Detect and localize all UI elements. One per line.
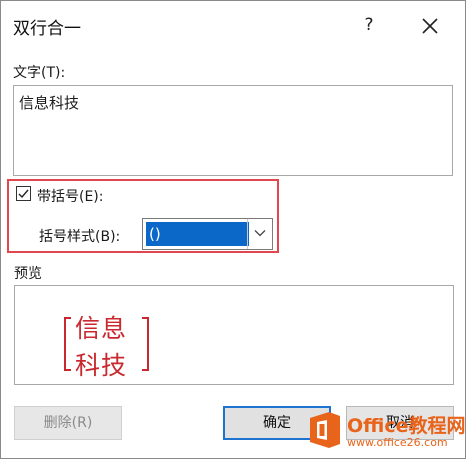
preview-line-2: 科技 [75,351,128,380]
text-input-value: 信息科技 [19,94,80,112]
close-icon [422,18,438,34]
watermark-url: www.office26.com [347,436,448,449]
delete-button[interactable]: 删除(R) [14,406,122,440]
right-bracket-icon [142,317,149,371]
watermark: Office教程网 www.office26.com [307,406,466,460]
chevron-down-icon [254,230,266,237]
help-button[interactable]: ? [357,13,381,37]
bracket-style-select[interactable]: () [142,218,273,250]
watermark-brand: Office教程网 [347,415,466,437]
title-bar: 双行合一 ? [1,1,465,47]
dialog-title: 双行合一 [13,19,81,39]
close-button[interactable] [415,11,445,41]
combine-two-lines-dialog: 双行合一 ? 文字(T): 信息科技 带括号(E): 括号样式(B): () 预… [0,0,466,459]
text-input[interactable]: 信息科技 [13,85,453,176]
office-logo-icon [310,412,340,448]
bracket-style-value: () [146,222,249,246]
preview-box: 信息 科技 [14,285,454,385]
preview-line-1: 信息 [75,314,128,343]
left-bracket-icon [64,317,71,371]
bracket-checkbox[interactable] [16,186,31,201]
checkmark-icon [18,189,29,199]
preview-label: 预览 [14,266,42,282]
text-label: 文字(T): [13,65,66,81]
bracket-checkbox-label[interactable]: 带括号(E): [37,186,104,206]
dropdown-button[interactable] [247,219,272,249]
bracket-style-label: 括号样式(B): [39,229,121,245]
